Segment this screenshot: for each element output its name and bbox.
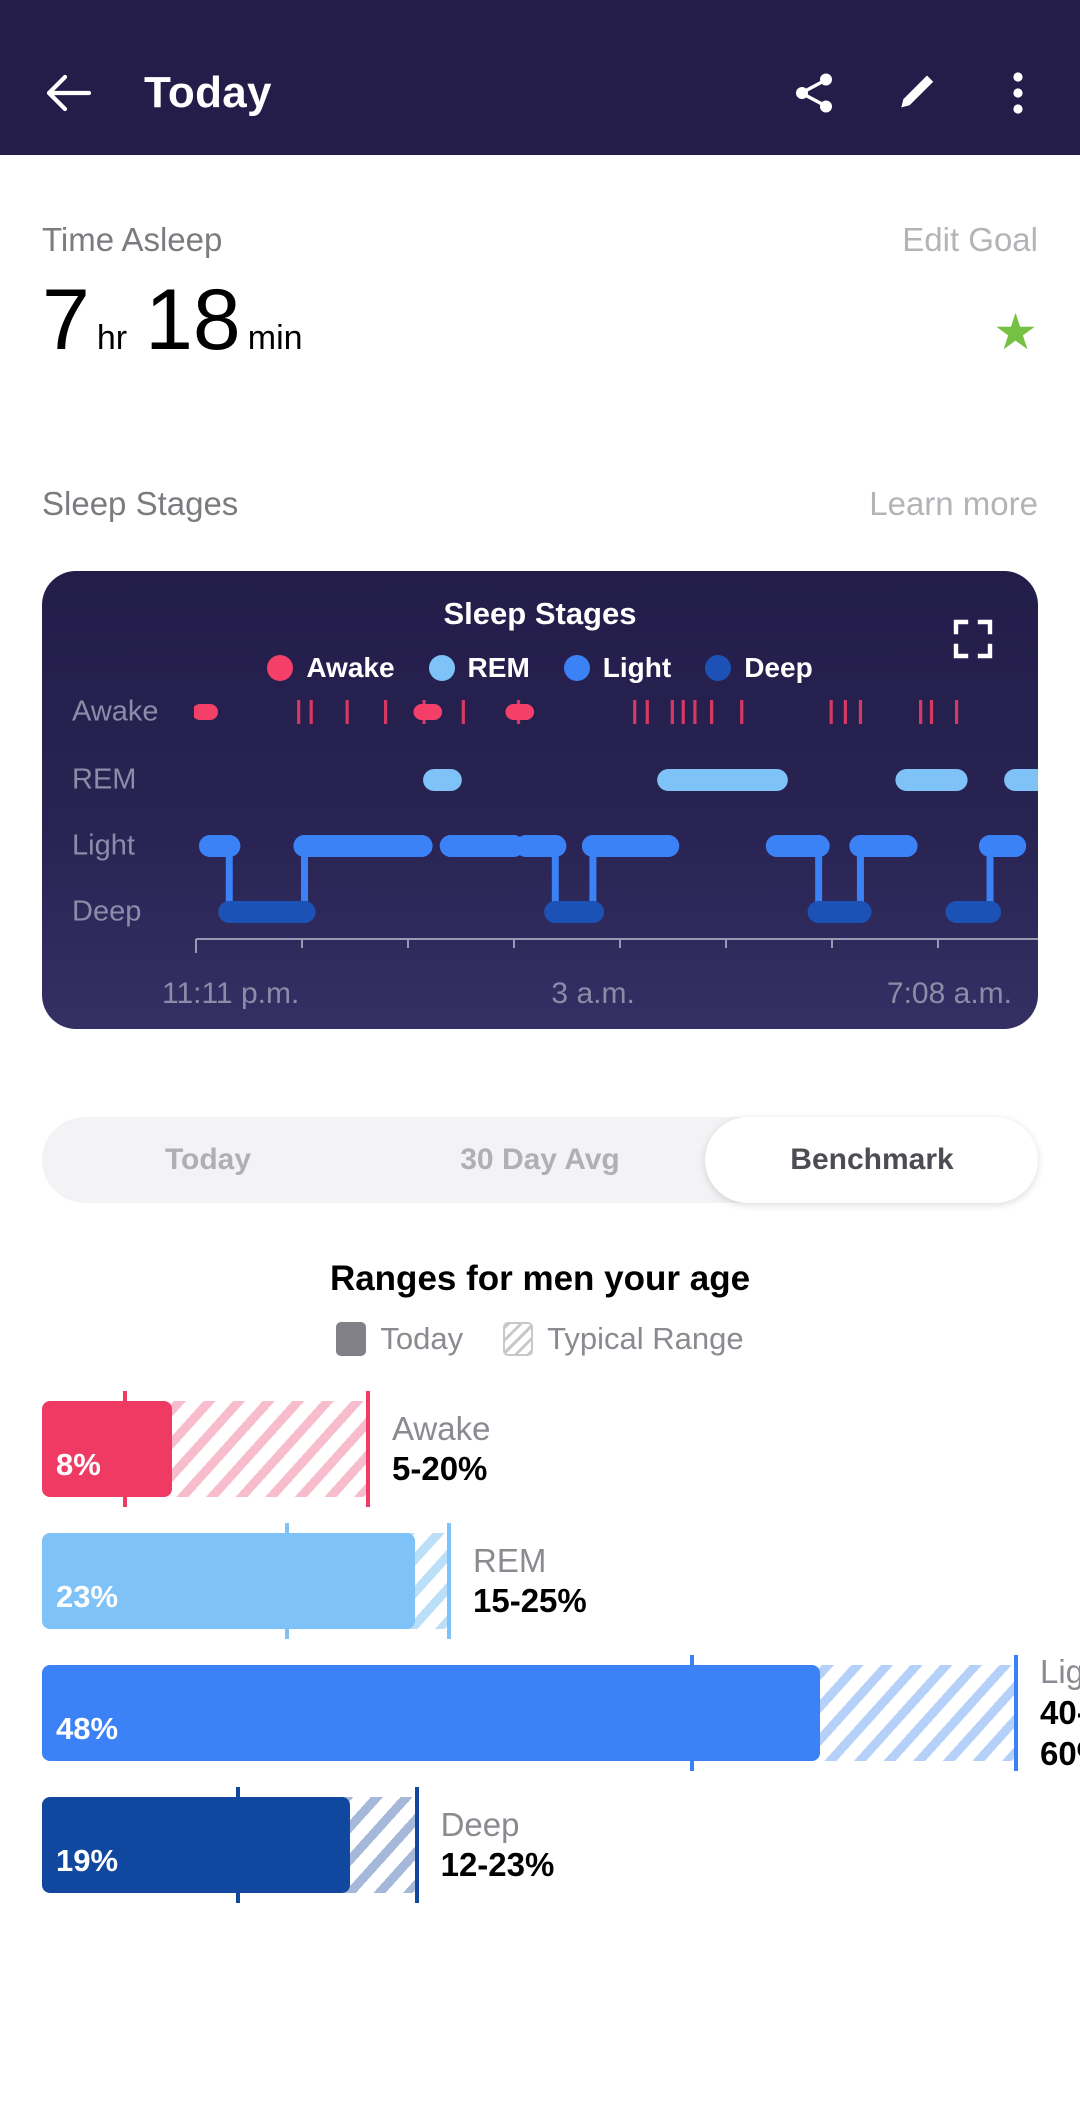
legend-label-light: Light [602, 652, 672, 683]
bar-range-label: 15-25% [473, 1582, 587, 1620]
today-value-fill: 8% [42, 1401, 172, 1497]
bar-range-label: 40-60% [1040, 1693, 1080, 1772]
edit-goal-link[interactable]: Edit Goal [902, 221, 1038, 259]
minutes-unit: min [247, 319, 303, 357]
today-value-fill: 23% [42, 1533, 415, 1629]
bar-stage-name: Deep [440, 1805, 520, 1843]
time-asleep-value: 7 hr 18 min [42, 277, 321, 363]
benchmark-bar-track-awake: 8% [42, 1391, 370, 1507]
range-max-marker [447, 1523, 451, 1639]
benchmark-bar-track-rem: 23% [42, 1523, 451, 1639]
minutes-value: 18 [145, 272, 241, 368]
hours-unit: hr [96, 319, 128, 357]
learn-more-link[interactable]: Learn more [869, 485, 1038, 523]
today-value-fill: 48% [42, 1665, 820, 1761]
bar-stage-name: Awake [392, 1409, 491, 1447]
hypnogram-y-axis: Awake REM Light Deep [72, 694, 202, 928]
legend-item-rem: REM [428, 652, 530, 684]
legend-dot-light-icon [563, 655, 590, 681]
hatch-swatch-icon [503, 1322, 534, 1356]
legend-dot-deep-icon [705, 655, 732, 681]
pencil-icon[interactable] [890, 67, 942, 119]
benchmark-bar-row: 8% Awake 5-20% [42, 1391, 1038, 1507]
y-axis-label-awake: Awake [72, 695, 159, 728]
share-icon[interactable] [788, 67, 840, 119]
solid-swatch-icon [336, 1322, 367, 1356]
benchmark-bars: 8%Awake5-20%23%REM15-25%48%Light40-60%19… [42, 1391, 1080, 1903]
tab-benchmark[interactable]: Benchmark [706, 1117, 1038, 1203]
y-axis-label-light: Light [72, 829, 135, 862]
benchmark-legend: Today Typical Range [42, 1321, 1038, 1357]
tab-30-day-avg[interactable]: 30 Day Avg [374, 1117, 706, 1203]
x-axis-time-label: 11:11 p.m. [162, 977, 300, 1010]
time-asleep-section: Time Asleep Edit Goal 7 hr 18 min ★ [42, 221, 1038, 363]
legend-item-typical-range: Typical Range [503, 1321, 744, 1357]
view-mode-tabs: Today 30 Day Avg Benchmark [42, 1117, 1038, 1203]
app-bar-actions [788, 67, 1044, 119]
time-asleep-header: Time Asleep Edit Goal [42, 221, 1038, 259]
fullscreen-icon[interactable] [953, 619, 993, 659]
bar-value-label: 48% [56, 1711, 119, 1746]
legend-item-today: Today [336, 1321, 463, 1357]
hypnogram-plot: Awake REM Light Deep [42, 694, 1038, 944]
range-max-marker [366, 1391, 370, 1507]
legend-label-deep: Deep [744, 652, 813, 683]
benchmark-bar-text: Awake 5-20% [392, 1409, 490, 1490]
legend-item-light: Light [563, 652, 672, 684]
legend-item-awake: Awake [267, 652, 395, 684]
page-title: Today [144, 67, 272, 117]
benchmark-bar-text: Deep 12-23% [441, 1805, 555, 1886]
hypnogram-time-labels: 11:11 p.m. 3 a.m. 7:08 a.m. [162, 977, 1012, 1011]
bar-value-label: 19% [56, 1843, 119, 1878]
time-asleep-value-row: 7 hr 18 min ★ [42, 277, 1038, 363]
hours-value: 7 [42, 272, 90, 368]
sleep-stages-header: Sleep Stages Learn more [42, 485, 1038, 523]
more-vert-icon[interactable] [992, 67, 1044, 119]
bar-range-label: 5-20% [392, 1450, 488, 1488]
range-max-marker [1014, 1655, 1018, 1771]
benchmark-title: Ranges for men your age [329, 1259, 751, 1298]
tab-today[interactable]: Today [42, 1117, 374, 1203]
hypnogram-trace [194, 700, 1038, 923]
bar-value-label: 8% [56, 1447, 101, 1482]
y-axis-label-rem: REM [72, 763, 137, 796]
benchmark-bar-row: 48% Light40-60% [42, 1653, 1080, 1772]
benchmark-bar-track-light: 48% [42, 1655, 1018, 1771]
bar-range-label: 12-23% [440, 1846, 555, 1884]
bar-value-label: 23% [56, 1579, 119, 1614]
range-max-marker [414, 1787, 419, 1903]
range-min-marker [236, 1787, 241, 1903]
x-axis-time-label: 3 a.m. [551, 977, 635, 1010]
range-min-marker [690, 1655, 694, 1771]
x-axis-time-label: 7:08 a.m. [886, 977, 1012, 1010]
legend-dot-awake-icon [267, 655, 294, 681]
legend-label-typical-range: Typical Range [547, 1321, 744, 1356]
sleep-stages-chart-card: Sleep Stages Awake REM Light Deep Awake REM L… [42, 571, 1038, 1029]
chart-legend: Awake REM Light Deep [42, 652, 1038, 684]
status-bar [0, 0, 1080, 30]
goal-star-icon: ★ [993, 304, 1038, 360]
legend-label-today: Today [380, 1321, 464, 1356]
benchmark-bar-row: 19% Deep 12-23% [42, 1787, 1038, 1903]
benchmark-bar-text: REM 15-25% [473, 1541, 587, 1622]
time-asleep-label: Time Asleep [42, 221, 223, 258]
chart-title: Sleep Stages [443, 596, 637, 631]
benchmark-bar-row: 23% REM 15-25% [42, 1523, 1038, 1639]
range-min-marker [123, 1391, 127, 1507]
hypnogram-x-axis [195, 938, 1038, 953]
back-arrow-icon[interactable] [40, 65, 96, 121]
app-bar: Today [0, 30, 1080, 155]
bar-stage-name: REM [473, 1541, 547, 1579]
y-axis-label-deep: Deep [72, 895, 142, 928]
benchmark-bar-text: Light40-60% [1040, 1652, 1080, 1774]
today-value-fill: 19% [42, 1797, 350, 1893]
legend-item-deep: Deep [705, 652, 813, 684]
bar-stage-name: Light [1040, 1652, 1080, 1690]
range-min-marker [285, 1523, 289, 1639]
sleep-stages-label: Sleep Stages [42, 485, 239, 522]
legend-dot-rem-icon [428, 655, 455, 681]
legend-label-rem: REM [467, 652, 530, 683]
benchmark-bar-track-deep: 19% [42, 1787, 419, 1903]
legend-label-awake: Awake [306, 652, 395, 683]
